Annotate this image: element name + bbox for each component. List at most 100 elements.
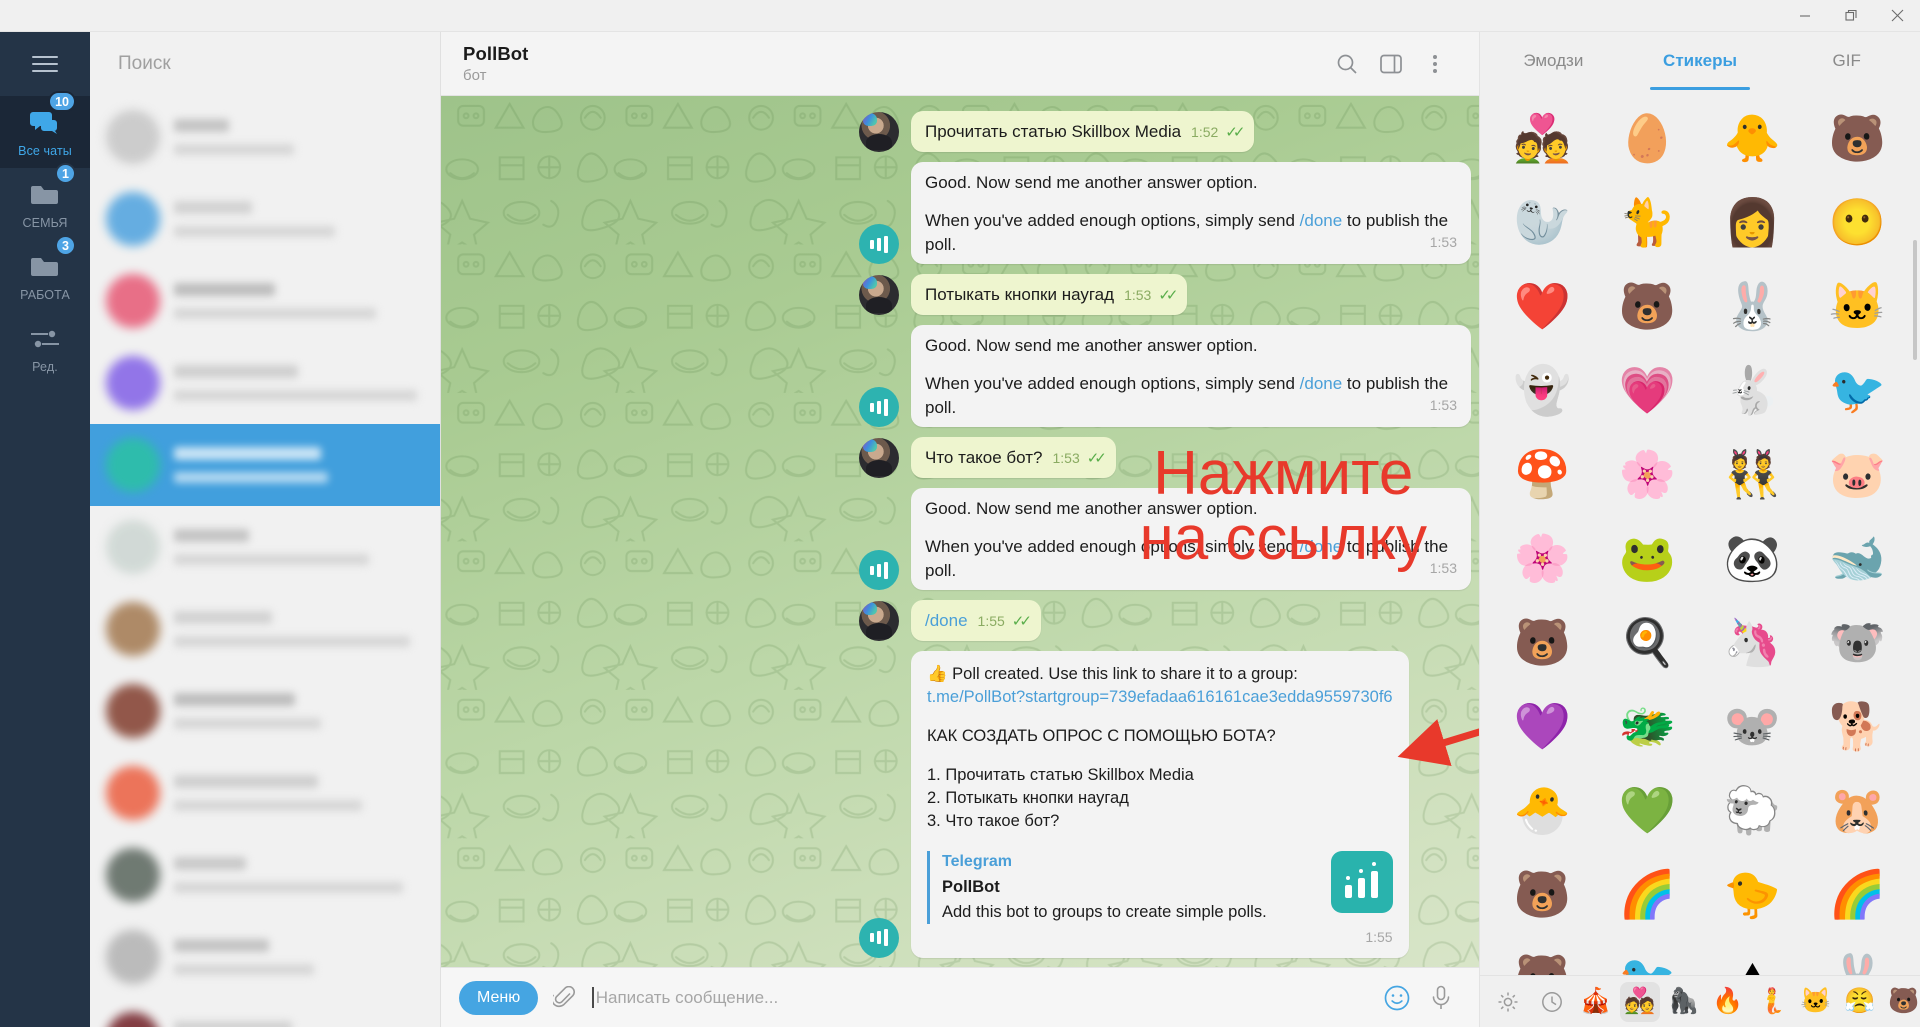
sticker-item[interactable]: 🐭: [1700, 684, 1805, 768]
sticker-item[interactable]: 🐷: [1805, 432, 1910, 516]
clock-icon[interactable]: [1532, 982, 1572, 1022]
message-bubble[interactable]: Good. Now send me another answer option.…: [911, 324, 1471, 428]
message-bubble[interactable]: Прочитать статью Skillbox Media 1:52 ✓✓: [911, 111, 1255, 152]
message-bubble[interactable]: Good. Now send me another answer option.…: [911, 487, 1471, 591]
sticker-item[interactable]: 🐱: [1805, 264, 1910, 348]
sticker-pack-thumbnail[interactable]: 🎪: [1576, 982, 1616, 1022]
sticker-item[interactable]: 👻: [1490, 348, 1595, 432]
bot-menu-button[interactable]: Меню: [459, 980, 539, 1015]
sticker-item[interactable]: 🌸: [1490, 516, 1595, 600]
list-item[interactable]: [90, 588, 440, 670]
sticker-item[interactable]: 🍳: [1595, 600, 1700, 684]
sticker-pack-thumbnail[interactable]: 😤: [1840, 982, 1880, 1022]
sticker-item[interactable]: 🦭: [1490, 180, 1595, 264]
sticker-item[interactable]: 🥚: [1595, 96, 1700, 180]
sticker-pack-thumbnail[interactable]: 🐻: [1884, 982, 1920, 1022]
sticker-item[interactable]: 🐋: [1805, 516, 1910, 600]
message-bubble[interactable]: Good. Now send me another answer option.…: [911, 161, 1471, 265]
sticker-item[interactable]: 🐤: [1700, 852, 1805, 936]
sticker-item[interactable]: ⛰: [1700, 936, 1805, 975]
list-item[interactable]: [90, 998, 440, 1027]
sticker-item[interactable]: 🐣: [1490, 768, 1595, 852]
list-item[interactable]: [90, 670, 440, 752]
avatar[interactable]: [859, 111, 899, 152]
list-item[interactable]: [90, 834, 440, 916]
sticker-item[interactable]: 💜: [1490, 684, 1595, 768]
list-item[interactable]: [90, 178, 440, 260]
avatar[interactable]: [859, 600, 899, 641]
sticker-item[interactable]: 💚: [1595, 768, 1700, 852]
sidebar-item-all-chats[interactable]: 10 Все чаты: [0, 91, 90, 168]
sticker-item[interactable]: 🐼: [1700, 516, 1805, 600]
sidebar-item-edit[interactable]: Ред.: [0, 312, 90, 384]
paperclip-icon[interactable]: [544, 985, 584, 1010]
message-bubble[interactable]: Потыкать кнопки наугад 1:53 ✓✓: [911, 274, 1188, 315]
list-item[interactable]: [90, 96, 440, 178]
gear-icon[interactable]: [1488, 982, 1528, 1022]
sticker-item[interactable]: 🐹: [1805, 768, 1910, 852]
list-item[interactable]: [90, 342, 440, 424]
sticker-item[interactable]: 🌈: [1805, 852, 1910, 936]
message-bubble[interactable]: Что такое бот? 1:53 ✓✓: [911, 437, 1116, 478]
list-item[interactable]: [90, 260, 440, 342]
message-input[interactable]: Написать сообщение...: [592, 987, 1375, 1008]
sticker-item[interactable]: 🐑: [1700, 768, 1805, 852]
poll-created-bubble[interactable]: 👍 Poll created. Use this link to share i…: [911, 650, 1409, 958]
search-icon[interactable]: [1325, 42, 1369, 86]
avatar[interactable]: [859, 917, 899, 958]
sticker-item[interactable]: 🐻: [1595, 264, 1700, 348]
tab-stickers[interactable]: Стикеры: [1627, 32, 1774, 90]
list-item[interactable]: [90, 752, 440, 834]
sticker-item[interactable]: 🐕: [1805, 684, 1910, 768]
sticker-item[interactable]: 🐲: [1595, 684, 1700, 768]
sticker-item[interactable]: 🌈: [1595, 852, 1700, 936]
sticker-item[interactable]: 🐦: [1595, 936, 1700, 975]
tab-emoji[interactable]: Эмодзи: [1480, 32, 1627, 90]
sticker-item[interactable]: 🐻: [1805, 96, 1910, 180]
sticker-item[interactable]: 👯: [1700, 432, 1805, 516]
sticker-item[interactable]: 😶: [1805, 180, 1910, 264]
sticker-item[interactable]: ❤️: [1490, 264, 1595, 348]
sidebar-item-work[interactable]: 3 РАБОТА: [0, 235, 90, 312]
sticker-item[interactable]: 🐰: [1805, 936, 1910, 975]
sticker-item[interactable]: 🌸: [1595, 432, 1700, 516]
poll-share-link[interactable]: t.me/PollBot?startgroup=739efadaa616161c…: [927, 688, 1393, 706]
minimize-button[interactable]: [1782, 0, 1828, 31]
avatar[interactable]: [859, 274, 899, 315]
bot-command-link[interactable]: /done: [1300, 374, 1343, 393]
list-item[interactable]: [90, 506, 440, 588]
search-input[interactable]: Поиск: [90, 32, 440, 96]
sticker-item[interactable]: 🍄: [1490, 432, 1595, 516]
avatar[interactable]: [859, 550, 899, 591]
sticker-item[interactable]: 🐈: [1595, 180, 1700, 264]
avatar[interactable]: [859, 437, 899, 478]
sticker-item[interactable]: 🐸: [1595, 516, 1700, 600]
sticker-item[interactable]: 🐰: [1700, 264, 1805, 348]
sticker-item[interactable]: 🐻: [1490, 600, 1595, 684]
sticker-pack-thumbnail[interactable]: 🧜: [1752, 982, 1792, 1022]
more-menu-icon[interactable]: [1413, 42, 1457, 86]
sidebar-toggle-icon[interactable]: [1369, 42, 1413, 86]
sticker-item[interactable]: 🦄: [1700, 600, 1805, 684]
sidebar-item-family[interactable]: 1 СЕМЬЯ: [0, 163, 90, 240]
sticker-pack-thumbnail[interactable]: 🔥: [1708, 982, 1748, 1022]
sticker-item[interactable]: 🐥: [1700, 96, 1805, 180]
sticker-item[interactable]: 🐇: [1700, 348, 1805, 432]
sticker-item[interactable]: 🐻: [1490, 936, 1595, 975]
link-preview-card[interactable]: Telegram PollBot Add this bot to groups to…: [927, 851, 1393, 924]
bot-command-link[interactable]: /done: [1300, 537, 1343, 556]
sticker-item[interactable]: 🐻: [1490, 852, 1595, 936]
sticker-pack-thumbnail[interactable]: 💑: [1620, 981, 1660, 1022]
close-button[interactable]: [1874, 0, 1920, 31]
restore-button[interactable]: [1828, 0, 1874, 31]
sticker-item[interactable]: 💑: [1490, 96, 1595, 180]
message-bubble[interactable]: /done 1:55 ✓✓: [911, 600, 1041, 641]
sticker-pack-thumbnail[interactable]: 🦍: [1664, 982, 1704, 1022]
sticker-pack-thumbnail[interactable]: 🐱: [1796, 982, 1836, 1022]
smiley-icon[interactable]: [1375, 985, 1419, 1011]
sticker-scrollbar[interactable]: [1913, 240, 1917, 360]
list-item[interactable]: [90, 424, 440, 506]
avatar[interactable]: [859, 387, 899, 428]
sticker-item[interactable]: 🐨: [1805, 600, 1910, 684]
sticker-item[interactable]: 👩: [1700, 180, 1805, 264]
